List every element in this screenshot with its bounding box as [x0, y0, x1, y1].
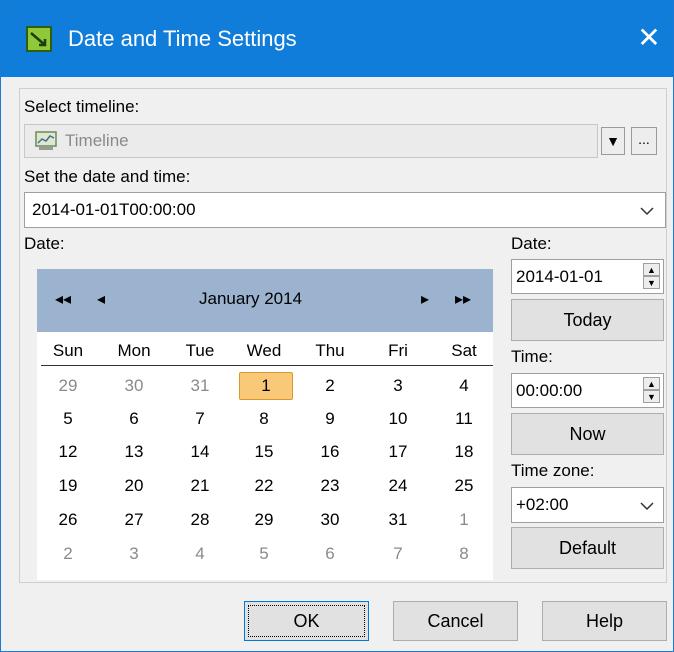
date-spinner-arrows[interactable]: ▲ ▼: [643, 263, 660, 291]
weekday-wed: Wed: [246, 341, 282, 360]
timeline-more-button[interactable]: ...: [631, 127, 657, 155]
calendar-day[interactable]: 13: [109, 438, 159, 466]
spin-up-icon[interactable]: ▲: [643, 377, 660, 390]
weekday-sat: Sat: [451, 341, 477, 360]
side-date-label: Date:: [511, 234, 552, 253]
spin-up-icon[interactable]: ▲: [643, 263, 660, 276]
calendar-day[interactable]: 24: [373, 472, 423, 500]
cancel-button[interactable]: Cancel: [393, 601, 518, 641]
calendar-day[interactable]: 3: [109, 540, 159, 568]
date-spinner-value: 2014-01-01: [516, 267, 603, 286]
default-button[interactable]: Default: [511, 527, 664, 569]
weekday-tue: Tue: [185, 341, 215, 360]
timeline-chart-icon: [35, 131, 57, 150]
prev-year-icon[interactable]: ◂◂: [55, 289, 71, 309]
timezone-combobox[interactable]: +02:00: [511, 487, 664, 523]
calendar-day[interactable]: 31: [175, 372, 225, 400]
selected-day-label: 1: [239, 372, 293, 400]
help-button[interactable]: Help: [542, 601, 667, 641]
chevron-down-icon: [640, 207, 654, 216]
weekday-mon: Mon: [117, 341, 151, 360]
calendar-day[interactable]: 1: [439, 506, 489, 534]
datetime-combobox[interactable]: 2014-01-01T00:00:00: [24, 192, 666, 228]
timeline-select[interactable]: Timeline: [24, 124, 598, 158]
calendar-day[interactable]: 23: [305, 472, 355, 500]
ok-button[interactable]: OK: [244, 601, 369, 641]
calendar-day[interactable]: 2: [43, 540, 93, 568]
calendar-day[interactable]: 30: [305, 506, 355, 534]
title-bar: Date and Time Settings ✕: [1, 1, 673, 77]
weekday-thu: Thu: [315, 341, 345, 360]
calendar-day[interactable]: 30: [109, 372, 159, 400]
calendar-day[interactable]: 2: [305, 372, 355, 400]
date-time-settings-dialog: Date and Time Settings ✕ Select timeline…: [0, 0, 674, 652]
calendar-day[interactable]: 5: [43, 405, 93, 433]
time-spinner[interactable]: 00:00:00 ▲ ▼: [511, 373, 664, 408]
calendar-day-selected[interactable]: 1: [239, 372, 293, 400]
spin-down-icon[interactable]: ▼: [643, 390, 660, 403]
calendar-day[interactable]: 18: [439, 438, 489, 466]
today-button[interactable]: Today: [511, 299, 664, 341]
timeline-value: Timeline: [65, 131, 129, 150]
calendar-day[interactable]: 25: [439, 472, 489, 500]
time-label: Time:: [511, 347, 553, 366]
calendar-day[interactable]: 4: [439, 372, 489, 400]
clock-settings-icon: [26, 26, 52, 52]
now-button[interactable]: Now: [511, 413, 664, 455]
calendar-day[interactable]: 6: [109, 405, 159, 433]
timezone-label: Time zone:: [511, 461, 595, 480]
calendar-day[interactable]: 28: [175, 506, 225, 534]
set-date-time-label: Set the date and time:: [24, 167, 191, 186]
weekday-fri: Fri: [388, 341, 408, 360]
calendar-day[interactable]: 14: [175, 438, 225, 466]
calendar-day[interactable]: 8: [439, 540, 489, 568]
calendar-day[interactable]: 5: [239, 540, 289, 568]
calendar-month-label: January 2014: [199, 289, 303, 308]
spin-down-icon[interactable]: ▼: [643, 276, 660, 289]
calendar-day[interactable]: 9: [305, 405, 355, 433]
calendar-day[interactable]: 12: [43, 438, 93, 466]
select-timeline-label: Select timeline:: [24, 97, 140, 116]
calendar-day[interactable]: 15: [239, 438, 289, 466]
calendar-day[interactable]: 26: [43, 506, 93, 534]
calendar-date-label: Date:: [24, 234, 65, 253]
calendar-day[interactable]: 7: [373, 540, 423, 568]
next-year-icon[interactable]: ▸▸: [455, 289, 471, 309]
calendar-day[interactable]: 7: [175, 405, 225, 433]
calendar-day[interactable]: 10: [373, 405, 423, 433]
calendar-day[interactable]: 29: [43, 372, 93, 400]
window-title: Date and Time Settings: [68, 26, 297, 51]
weekday-divider: [41, 365, 493, 366]
calendar-day[interactable]: 27: [109, 506, 159, 534]
calendar-day[interactable]: 6: [305, 540, 355, 568]
calendar-day[interactable]: 20: [109, 472, 159, 500]
timezone-value: +02:00: [516, 495, 569, 514]
calendar-day[interactable]: 21: [175, 472, 225, 500]
calendar-day[interactable]: 31: [373, 506, 423, 534]
calendar-day[interactable]: 17: [373, 438, 423, 466]
calendar-day[interactable]: 3: [373, 372, 423, 400]
calendar-day[interactable]: 16: [305, 438, 355, 466]
prev-month-icon[interactable]: ◂: [97, 289, 105, 309]
calendar-day[interactable]: 19: [43, 472, 93, 500]
next-month-icon[interactable]: ▸: [421, 289, 429, 309]
calendar-day[interactable]: 4: [175, 540, 225, 568]
time-spinner-value: 00:00:00: [516, 381, 583, 400]
calendar-day[interactable]: 22: [239, 472, 289, 500]
ok-button-label: OK: [293, 611, 320, 631]
timeline-dropdown-button[interactable]: ▼: [601, 127, 625, 155]
calendar-day[interactable]: 8: [239, 405, 289, 433]
calendar-day[interactable]: 29: [239, 506, 289, 534]
time-spinner-arrows[interactable]: ▲ ▼: [643, 377, 660, 405]
date-spinner[interactable]: 2014-01-01 ▲ ▼: [511, 259, 664, 294]
datetime-value: 2014-01-01T00:00:00: [32, 200, 196, 219]
close-icon[interactable]: ✕: [631, 21, 667, 57]
calendar-header: ◂◂ ◂ January 2014 ▸ ▸▸: [37, 269, 493, 332]
chevron-down-icon: [640, 502, 654, 511]
weekday-sun: Sun: [52, 341, 84, 360]
calendar-day[interactable]: 11: [439, 405, 489, 433]
